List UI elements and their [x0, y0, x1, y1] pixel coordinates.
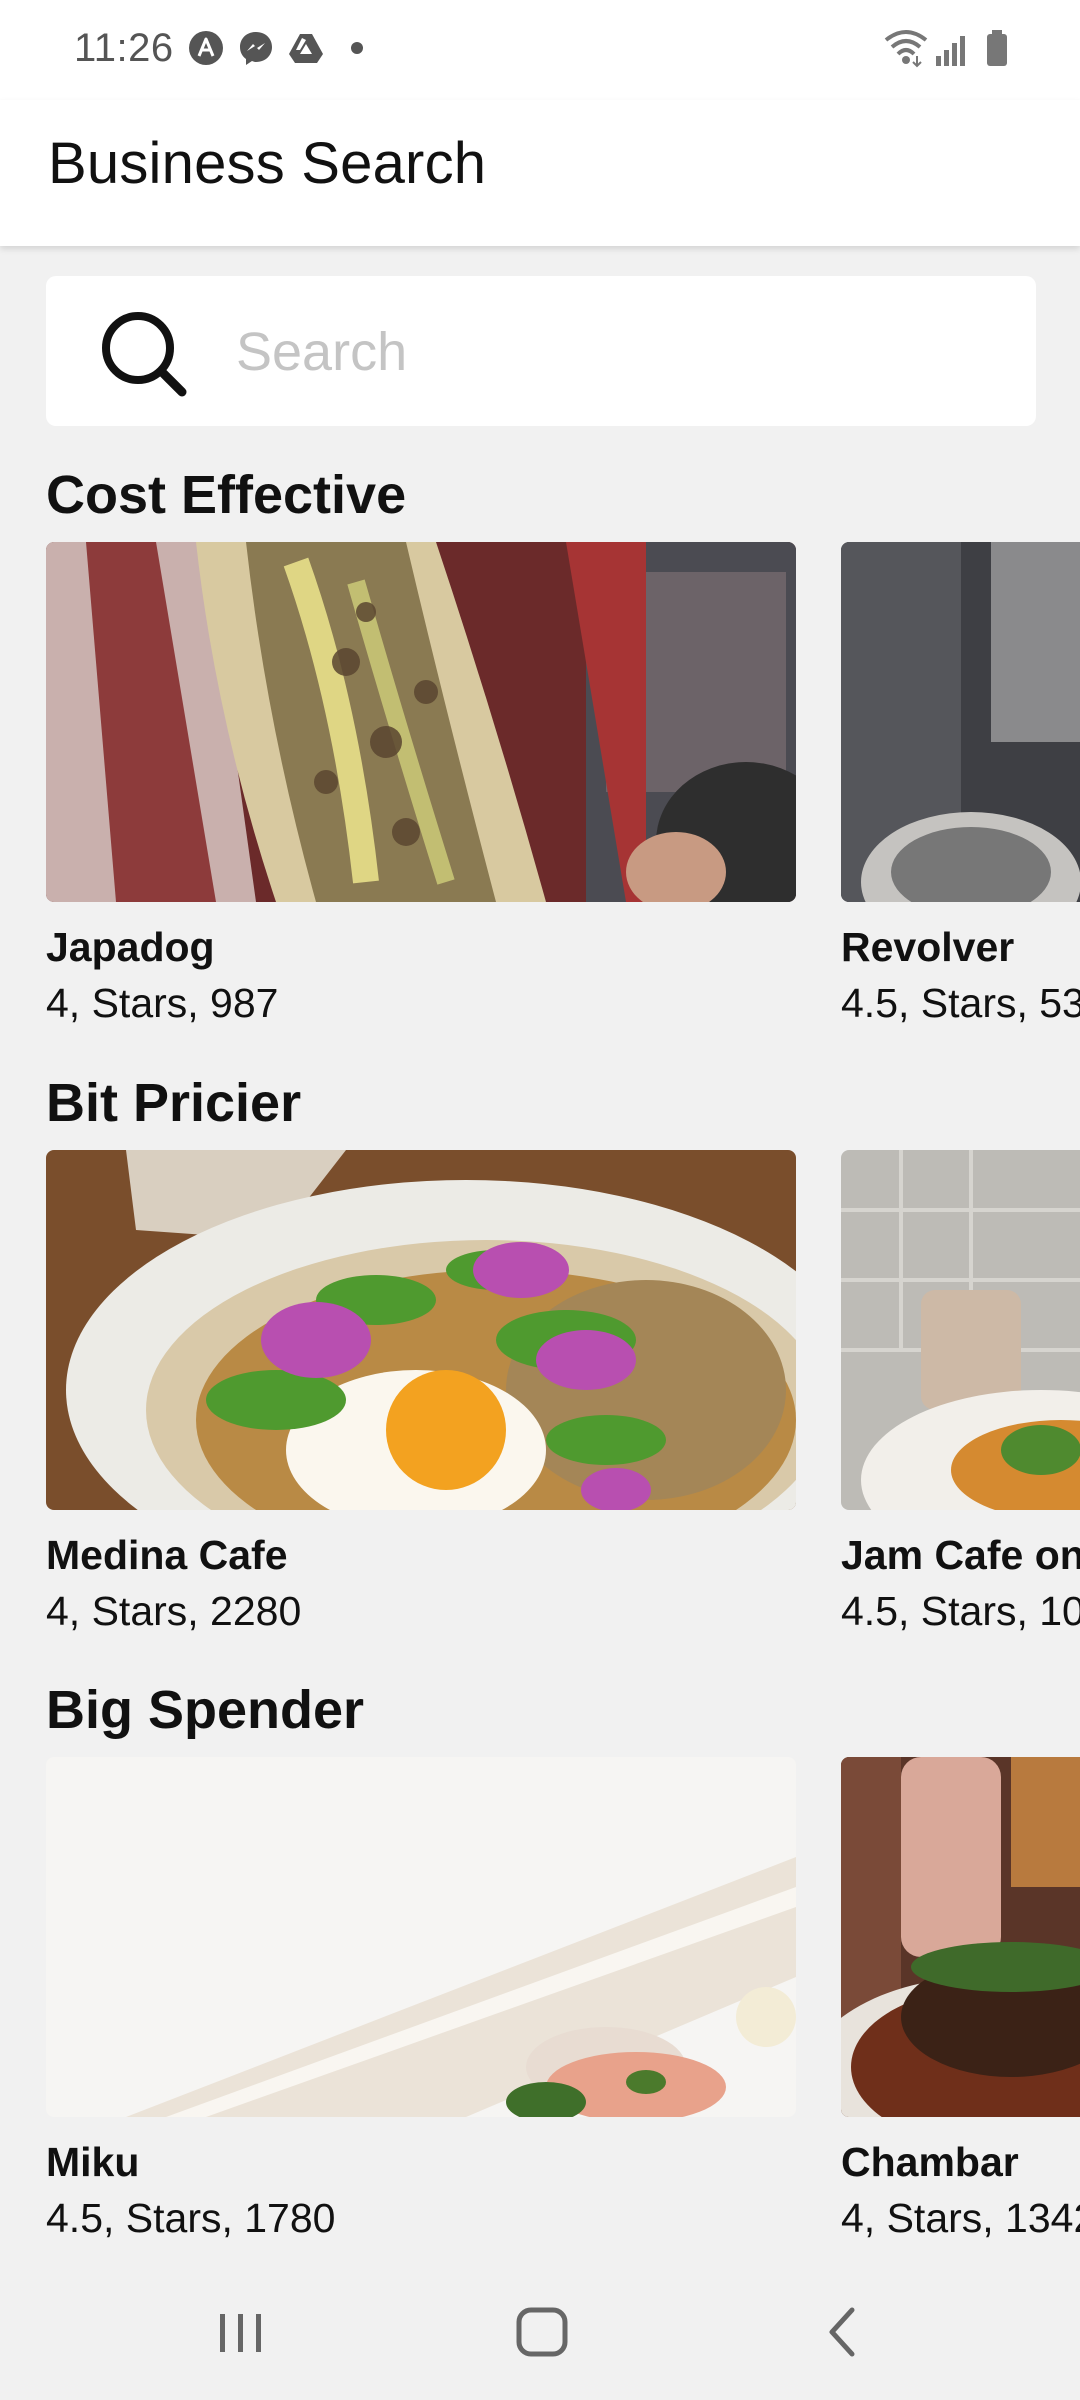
business-card[interactable]: Miku 4.5, Stars, 1780: [46, 1757, 796, 2257]
business-rating: 4, Stars, 2280: [46, 1588, 302, 1634]
section-title: Bit Pricier: [46, 1073, 302, 1133]
business-rating: 4, Stars, 987: [46, 980, 279, 1026]
recent-apps-icon[interactable]: [200, 2296, 280, 2368]
card-row[interactable]: Miku 4.5, Stars, 1780 Chambar 4, Stars, …: [0, 1757, 1080, 2257]
section-title: Cost Effective: [46, 465, 407, 525]
business-image[interactable]: [841, 1757, 1080, 2117]
steak-photo: [841, 1757, 1080, 2117]
app-header: Business Search: [0, 100, 1080, 246]
business-name: Chambar: [841, 2139, 1019, 2185]
business-card[interactable]: Jam Cafe on 4.5, Stars, 10: [841, 1150, 1080, 1650]
business-name: Jam Cafe on: [841, 1532, 1080, 1578]
coffee-photo: [841, 542, 1080, 902]
card-row[interactable]: Japadog 4, Stars, 987 Revolver 4.5, Star…: [0, 542, 1080, 1042]
section-title: Big Spender: [46, 1680, 365, 1740]
section-big-spender: Big Spender Miku 4.5, Stars, 1780 Chamba…: [0, 1679, 1080, 2259]
messenger-icon: [240, 32, 272, 65]
business-image[interactable]: [46, 1150, 796, 1510]
business-rating: 4.5, Stars, 10: [841, 1588, 1080, 1634]
search-input[interactable]: [236, 306, 996, 398]
dot-icon: [351, 42, 363, 54]
status-time: 11:26: [74, 26, 174, 70]
business-card[interactable]: Medina Cafe 4, Stars, 2280: [46, 1150, 796, 1650]
business-image[interactable]: [841, 1150, 1080, 1510]
hotdog-photo: [46, 542, 796, 902]
business-image[interactable]: [841, 542, 1080, 902]
business-name: Japadog: [46, 924, 215, 970]
business-card[interactable]: Revolver 4.5, Stars, 53: [841, 542, 1080, 1042]
business-image[interactable]: [46, 542, 796, 902]
cafe-dish-photo: [841, 1150, 1080, 1510]
business-card[interactable]: Japadog 4, Stars, 987: [46, 542, 796, 1042]
business-image[interactable]: [46, 1757, 796, 2117]
home-icon[interactable]: [502, 2296, 582, 2368]
navigation-bar: [0, 2266, 1080, 2400]
section-cost-effective: Cost Effective Japadog 4, Stars, 987 Rev…: [0, 464, 1080, 1044]
app-screen: 11:26 Business Search Search Cost Effect…: [0, 0, 1080, 2400]
business-rating: 4, Stars, 1342: [841, 2195, 1080, 2241]
business-name: Revolver: [841, 924, 1015, 970]
business-name: Miku: [46, 2139, 140, 2185]
battery-icon: [987, 30, 1007, 66]
back-icon[interactable]: [804, 2296, 884, 2368]
section-bit-pricier: Bit Pricier Medina Cafe 4, Stars, 2280 J…: [0, 1072, 1080, 1652]
card-row[interactable]: Medina Cafe 4, Stars, 2280 Jam Cafe on 4…: [0, 1150, 1080, 1650]
business-rating: 4.5, Stars, 1780: [46, 2195, 336, 2241]
arc-icon: [189, 31, 223, 65]
wifi-icon: [884, 30, 928, 68]
drive-icon: [289, 34, 323, 63]
search-icon: [102, 312, 187, 397]
business-rating: 4.5, Stars, 53: [841, 980, 1080, 1026]
page-title: Business Search: [48, 131, 487, 196]
business-name: Medina Cafe: [46, 1532, 288, 1578]
search-bar[interactable]: [46, 276, 1036, 426]
status-bar: 11:26: [0, 0, 1080, 100]
business-card[interactable]: Chambar 4, Stars, 1342: [841, 1757, 1080, 2257]
signal-icon: [936, 36, 965, 66]
crepe-photo: [46, 1150, 796, 1510]
sushi-photo: [46, 1757, 796, 2117]
